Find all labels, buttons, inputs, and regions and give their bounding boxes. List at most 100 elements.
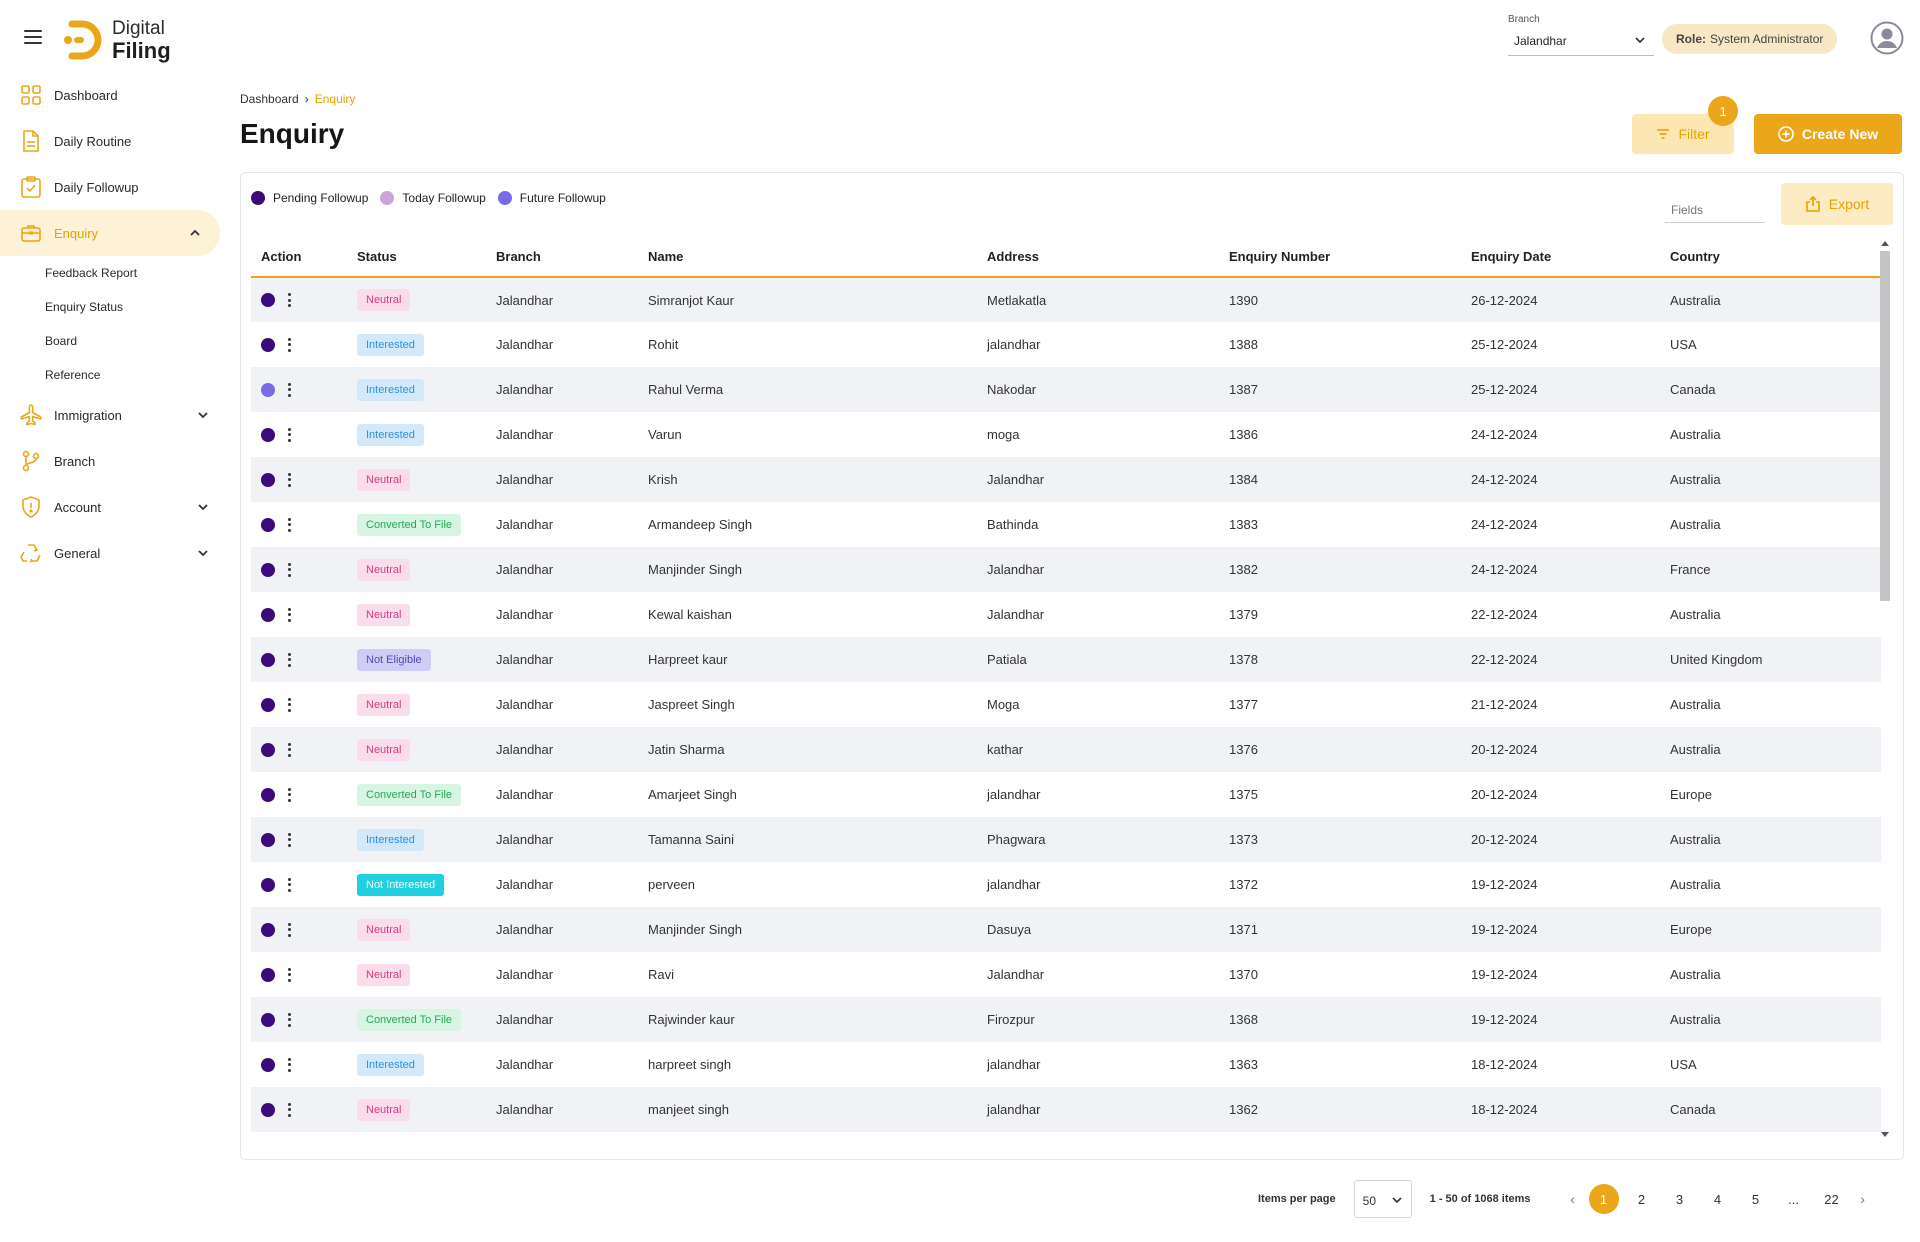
followup-status-dot[interactable]	[261, 293, 275, 307]
more-options-icon[interactable]	[287, 337, 291, 352]
table-row[interactable]: Converted To File Jalandhar Armandeep Sing…	[251, 502, 1881, 547]
page-button[interactable]: 22	[1813, 1192, 1851, 1207]
table-row[interactable]: Neutral Jalandhar Manjinder Singh Jalandhar…	[251, 547, 1881, 592]
table-row[interactable]: Neutral Jalandhar Jaspreet Singh Moga 1377 21…	[251, 682, 1881, 727]
more-options-icon[interactable]	[287, 1102, 291, 1117]
table-row[interactable]: Neutral Jalandhar Jatin Sharma kathar 1376 20…	[251, 727, 1881, 772]
column-header[interactable]: Address	[977, 237, 1219, 278]
sidebar-item-daily-routine[interactable]: Daily Routine	[0, 118, 228, 164]
followup-status-dot[interactable]	[261, 787, 275, 802]
table-row[interactable]: Neutral Jalandhar Ravi Jalandhar 1370 19-12-2…	[251, 952, 1881, 997]
page-button[interactable]: 4	[1699, 1192, 1737, 1207]
fields-input[interactable]	[1665, 183, 1765, 223]
chevron-down-icon[interactable]	[196, 500, 210, 514]
sidebar-subitem-board[interactable]: Board	[0, 324, 228, 358]
app-logo[interactable]: Digital Filing	[64, 18, 171, 62]
more-options-icon[interactable]	[287, 382, 291, 397]
items-per-page-select[interactable]: 50	[1353, 1180, 1412, 1218]
scroll-up-icon[interactable]	[1881, 241, 1889, 246]
more-options-icon[interactable]	[287, 877, 291, 892]
table-row[interactable]: Interested Jalandhar Rahul Verma Nakodar 138…	[251, 367, 1881, 412]
export-button[interactable]: Export	[1781, 183, 1893, 225]
more-options-icon[interactable]	[287, 472, 291, 487]
followup-status-dot[interactable]	[261, 562, 275, 577]
breadcrumb-root[interactable]: Dashboard	[240, 92, 299, 106]
followup-status-dot[interactable]	[261, 652, 275, 667]
chevron-down-icon[interactable]	[196, 546, 210, 560]
page-button[interactable]: 1	[1588, 1184, 1619, 1214]
more-options-icon[interactable]	[287, 742, 291, 757]
sidebar-subitem-enquiry-status[interactable]: Enquiry Status	[0, 290, 228, 324]
page-button[interactable]: 5	[1737, 1192, 1775, 1207]
branch-select[interactable]: Branch Jalandhar	[1508, 14, 1654, 56]
chevron-down-icon[interactable]	[196, 408, 210, 422]
followup-status-dot[interactable]	[261, 832, 275, 847]
sidebar-item-daily-followup[interactable]: Daily Followup	[0, 164, 228, 210]
more-options-icon[interactable]	[287, 922, 291, 937]
followup-status-dot[interactable]	[261, 1057, 275, 1072]
column-header[interactable]: Country	[1660, 237, 1881, 278]
sidebar-item-account[interactable]: Account	[0, 484, 228, 530]
scroll-down-icon[interactable]	[1881, 1132, 1889, 1137]
menu-toggle-icon[interactable]	[24, 30, 42, 44]
followup-status-dot[interactable]	[261, 1102, 275, 1117]
table-row[interactable]: Interested Jalandhar harpreet singh jalandh…	[251, 1042, 1881, 1087]
sidebar-item-branch[interactable]: Branch	[0, 438, 228, 484]
table-row[interactable]: Interested Jalandhar Rohit jalandhar 1388 25-…	[251, 322, 1881, 367]
column-header[interactable]: Action	[251, 237, 347, 278]
sidebar-item-dashboard[interactable]: Dashboard	[0, 72, 228, 118]
table-row[interactable]: Neutral Jalandhar Krish Jalandhar 1384 24-12-…	[251, 457, 1881, 502]
followup-status-dot[interactable]	[261, 382, 275, 397]
table-row[interactable]: Neutral Jalandhar Simranjot Kaur Metlakatla…	[251, 277, 1881, 322]
table-row[interactable]: Neutral Jalandhar manjeet singh jalandhar 13…	[251, 1087, 1881, 1132]
table-row[interactable]: Neutral Jalandhar Kewal kaishan Jalandhar 13…	[251, 592, 1881, 637]
more-options-icon[interactable]	[287, 697, 291, 712]
page-button[interactable]: 3	[1661, 1192, 1699, 1207]
followup-status-dot[interactable]	[261, 967, 275, 982]
more-options-icon[interactable]	[287, 562, 291, 577]
followup-status-dot[interactable]	[261, 922, 275, 937]
column-header[interactable]: Enquiry Number	[1219, 237, 1461, 278]
more-options-icon[interactable]	[287, 1012, 291, 1027]
user-avatar-icon[interactable]	[1870, 21, 1904, 55]
sidebar-subitem-feedback-report[interactable]: Feedback Report	[0, 256, 228, 290]
followup-status-dot[interactable]	[261, 337, 275, 352]
followup-status-dot[interactable]	[261, 697, 275, 712]
table-row[interactable]: Not Interested Jalandhar perveen jalandhar 1…	[251, 862, 1881, 907]
more-options-icon[interactable]	[287, 832, 291, 847]
table-scrollbar[interactable]	[1877, 237, 1891, 1143]
sidebar-item-general[interactable]: General	[0, 530, 228, 576]
sidebar-item-enquiry[interactable]: Enquiry	[0, 210, 220, 256]
sidebar-subitem-reference[interactable]: Reference	[0, 358, 228, 392]
more-options-icon[interactable]	[287, 1057, 291, 1072]
table-row[interactable]: Converted To File Jalandhar Amarjeet Singh…	[251, 772, 1881, 817]
chevron-up-icon[interactable]	[188, 226, 202, 240]
more-options-icon[interactable]	[287, 427, 291, 442]
column-header[interactable]: Enquiry Date	[1461, 237, 1660, 278]
followup-status-dot[interactable]	[261, 517, 275, 532]
followup-status-dot[interactable]	[261, 742, 275, 757]
table-row[interactable]: Neutral Jalandhar Manjinder Singh Dasuya 137…	[251, 907, 1881, 952]
more-options-icon[interactable]	[287, 652, 291, 667]
table-row[interactable]: Converted To File Jalandhar Rajwinder kaur…	[251, 997, 1881, 1042]
followup-status-dot[interactable]	[261, 427, 275, 442]
page-button[interactable]: 2	[1623, 1192, 1661, 1207]
column-header[interactable]: Status	[347, 237, 486, 278]
table-row[interactable]: Interested Jalandhar Varun moga 1386 24-12-20…	[251, 412, 1881, 457]
column-header[interactable]: Name	[638, 237, 977, 278]
followup-status-dot[interactable]	[261, 1012, 275, 1027]
table-row[interactable]: Interested Jalandhar Tamanna Saini Phagwara…	[251, 817, 1881, 862]
prev-page-button[interactable]: ‹	[1561, 1191, 1585, 1207]
next-page-button[interactable]: ›	[1851, 1191, 1875, 1207]
followup-status-dot[interactable]	[261, 472, 275, 487]
sidebar-item-immigration[interactable]: Immigration	[0, 392, 228, 438]
more-options-icon[interactable]	[287, 517, 291, 532]
followup-status-dot[interactable]	[261, 877, 275, 892]
more-options-icon[interactable]	[287, 293, 291, 307]
more-options-icon[interactable]	[287, 787, 291, 802]
more-options-icon[interactable]	[287, 967, 291, 982]
create-new-button[interactable]: Create New	[1754, 114, 1902, 154]
followup-status-dot[interactable]	[261, 607, 275, 622]
more-options-icon[interactable]	[287, 607, 291, 622]
column-header[interactable]: Branch	[486, 237, 638, 278]
